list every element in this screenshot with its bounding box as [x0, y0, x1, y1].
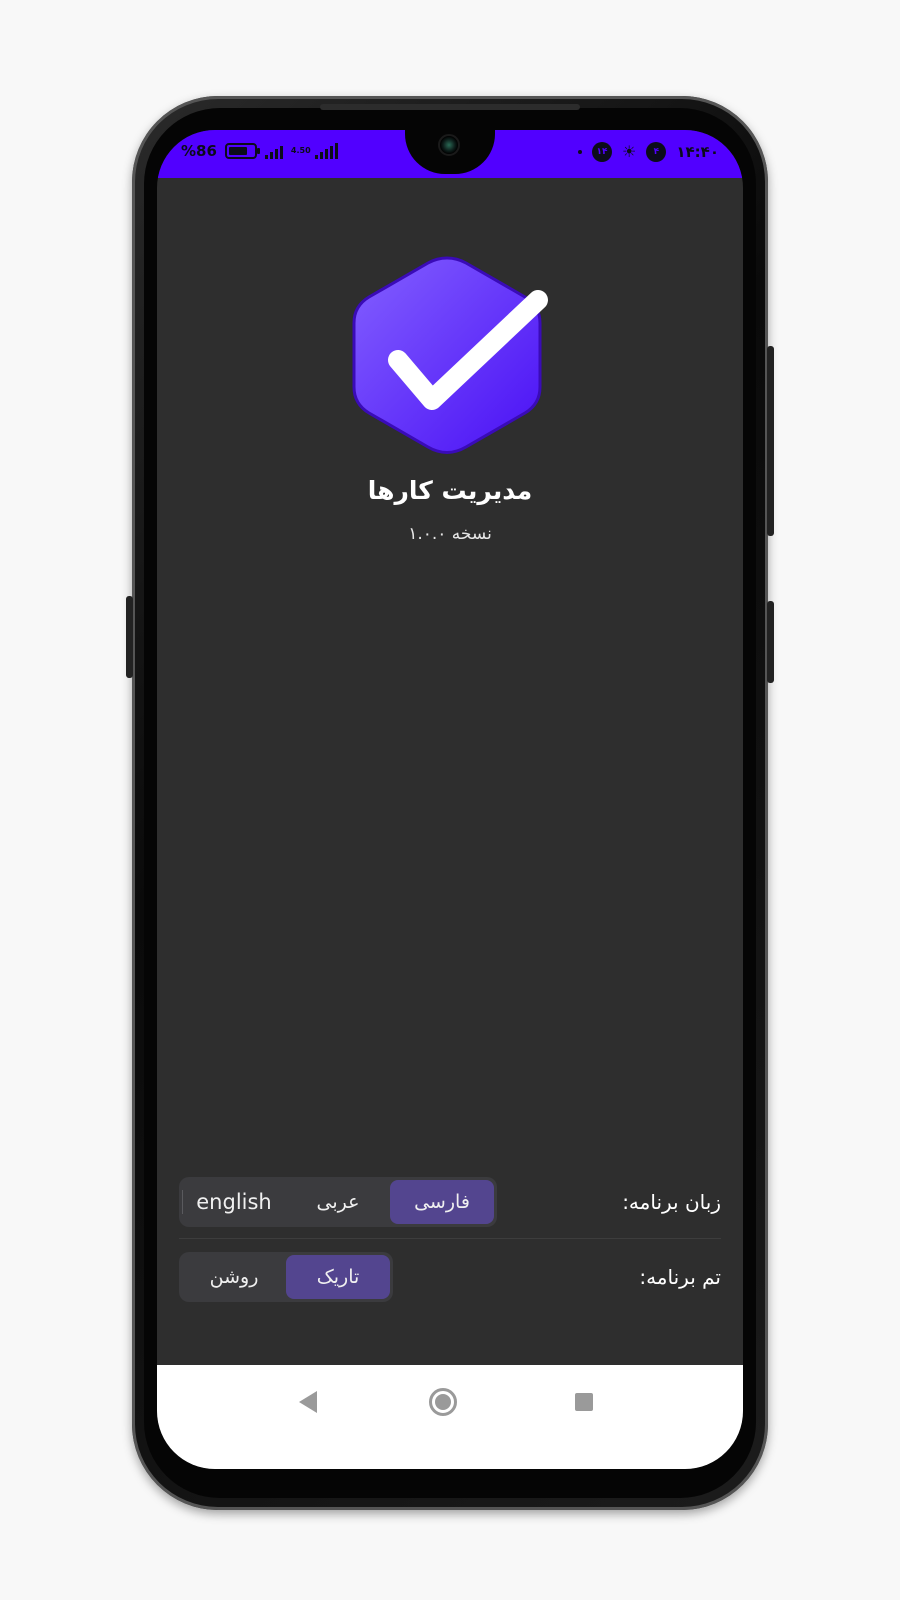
language-option-farsi[interactable]: فارسی — [390, 1180, 494, 1224]
back-icon[interactable] — [299, 1391, 317, 1413]
battery-icon — [224, 143, 260, 159]
status-right: ۱۴ ☀ ۴ ۱۴:۴۰ — [578, 142, 719, 162]
theme-selector: تاریک روشن — [179, 1252, 393, 1302]
navigation-bar — [157, 1365, 743, 1469]
theme-label: تم برنامه: — [639, 1265, 721, 1289]
signal-icon — [264, 143, 283, 159]
theme-option-dark[interactable]: تاریک — [286, 1255, 390, 1299]
settings-divider — [179, 1238, 721, 1239]
language-option-english[interactable]: english — [182, 1180, 286, 1224]
home-icon[interactable] — [429, 1388, 457, 1416]
dot-icon — [578, 150, 583, 154]
app-title: مدیریت کارها — [367, 476, 533, 505]
camera-icon — [438, 134, 460, 156]
signal-icon-2 — [314, 143, 338, 159]
camera-notch — [405, 130, 495, 174]
volume-button — [126, 596, 133, 678]
earpiece-speaker — [320, 104, 580, 110]
battery-percent: %86 — [181, 142, 217, 160]
phone-screen: %86 4.50 ۱۴ ☀ ۴ ۱۴:۴۰ مدیریت کارها نسخه … — [157, 130, 743, 1469]
notification-badge-icon: ۱۴ — [592, 142, 613, 162]
language-label: زبان برنامه: — [622, 1190, 721, 1214]
app-logo-icon — [352, 256, 548, 454]
theme-option-light[interactable]: روشن — [182, 1255, 286, 1299]
notification-badge-icon-2: ۴ — [646, 142, 667, 162]
language-option-arabic[interactable]: عربی — [286, 1180, 390, 1224]
language-setting-row: زبان برنامه: فارسی عربی english — [179, 1176, 721, 1228]
theme-setting-row: تم برنامه: تاریک روشن — [179, 1251, 721, 1303]
net-speed: 4.50 — [290, 146, 311, 155]
power-button — [767, 601, 774, 683]
side-button — [767, 346, 774, 536]
status-bar: %86 4.50 ۱۴ ☀ ۴ ۱۴:۴۰ — [157, 130, 743, 178]
status-left: %86 4.50 — [181, 142, 338, 160]
recents-icon[interactable] — [575, 1393, 593, 1411]
language-selector: فارسی عربی english — [179, 1177, 497, 1227]
weather-icon: ☀ — [622, 142, 637, 161]
status-time: ۱۴:۴۰ — [676, 143, 719, 161]
app-version: نسخه ۱.۰.۰ — [408, 524, 492, 544]
